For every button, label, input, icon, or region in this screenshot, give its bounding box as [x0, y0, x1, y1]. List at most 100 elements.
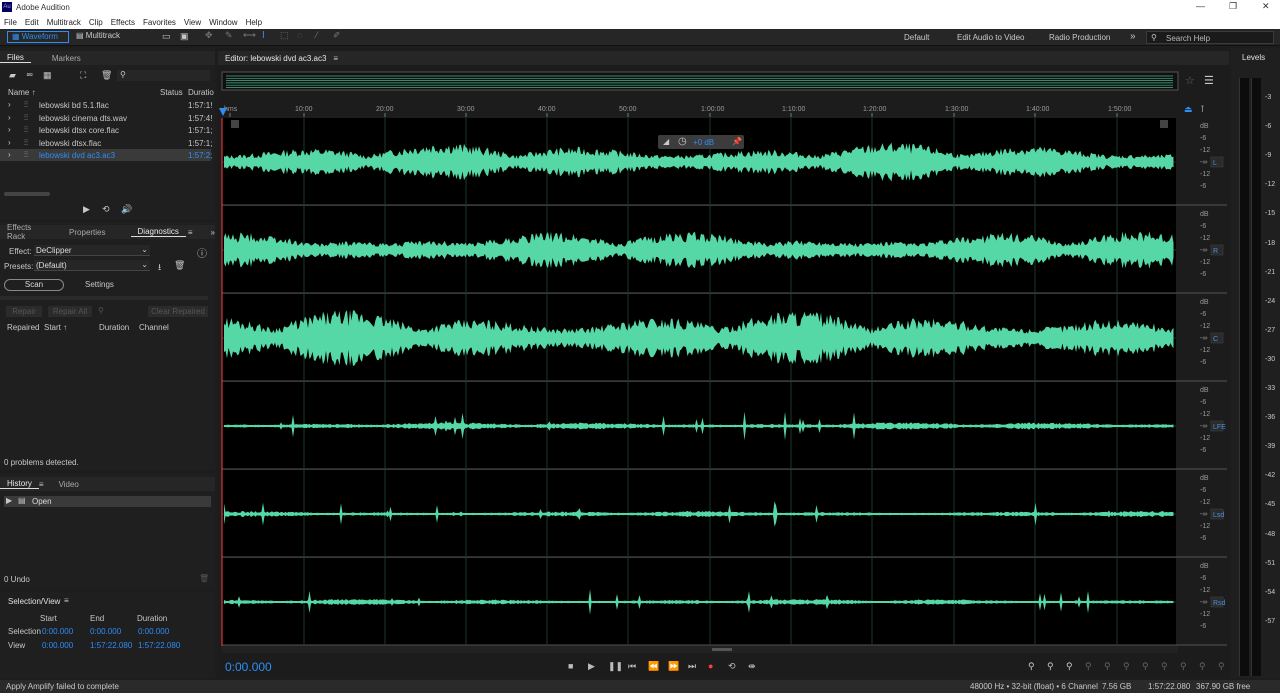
time-selection-tool-icon[interactable]: I	[262, 30, 265, 41]
column-start[interactable]: Start ↑	[44, 323, 67, 332]
volume-knob-icon[interactable]: ◷	[678, 136, 687, 147]
delete-icon[interactable]: 🗑	[101, 70, 112, 81]
clear-repaired-button[interactable]: Clear Repaired	[148, 306, 208, 317]
insert-multitrack-icon[interactable]: ⛶	[80, 70, 86, 81]
workspace-default[interactable]: Default	[904, 33, 929, 42]
loop-icon[interactable]: ⟲	[102, 204, 110, 215]
menu-view[interactable]: View	[180, 18, 205, 27]
play-icon[interactable]: ▶	[83, 204, 90, 215]
import-icon[interactable]: ⮹	[26, 70, 33, 81]
zoom-selection-icon[interactable]: ⚲	[1199, 661, 1206, 672]
close-icon[interactable]: ✕	[1262, 1, 1270, 12]
chevron-right-icon[interactable]: ›	[8, 100, 11, 109]
go-to-end-icon[interactable]: ⏭	[688, 661, 696, 672]
zoom-out-full-icon[interactable]: ⚲	[1123, 661, 1130, 672]
multitrack-button[interactable]: ▤ Multitrack	[76, 31, 120, 43]
expand-panel-icon[interactable]: »	[211, 228, 215, 237]
zoom-in-time-icon[interactable]: ⚲	[1085, 661, 1092, 672]
files-scrollbar[interactable]	[4, 192, 50, 196]
zoom-in-amplitude-icon[interactable]: ⚲	[1028, 661, 1035, 672]
tab-video[interactable]: Video	[52, 480, 86, 489]
settings-button[interactable]: Settings	[85, 280, 114, 289]
column-duration[interactable]: Duratio	[188, 88, 214, 97]
more-workspaces-icon[interactable]: »	[1130, 31, 1136, 42]
view-end[interactable]: 1:57:22.080	[90, 641, 132, 650]
waveform-button[interactable]: ▦ Waveform	[7, 31, 69, 43]
preset-select[interactable]: (Default) ⌄	[34, 260, 150, 271]
column-duration[interactable]: Duration	[99, 323, 129, 332]
fast-forward-icon[interactable]: ⏩	[668, 661, 679, 672]
skip-selection-icon[interactable]: ⇼	[748, 661, 756, 672]
panel-menu-icon[interactable]: ≡	[64, 596, 69, 605]
workspace-edit-audio-video[interactable]: Edit Audio to Video	[957, 33, 1024, 42]
record-icon[interactable]: ●	[708, 661, 713, 671]
panel-menu-icon[interactable]: ≡	[188, 228, 193, 237]
tab-markers[interactable]: Markers	[45, 54, 88, 63]
zoom-in-point-icon[interactable]: ⚲	[1142, 661, 1149, 672]
spectral-pitch-icon[interactable]: ▣	[180, 31, 189, 42]
menu-effects[interactable]: Effects	[107, 18, 139, 27]
spectral-view-icon[interactable]: ▭	[162, 31, 171, 42]
repair-button[interactable]: Repair	[6, 306, 42, 317]
column-repaired[interactable]: Repaired	[7, 323, 39, 332]
brush-tool-icon[interactable]: ⁄	[316, 30, 318, 40]
tab-properties[interactable]: Properties	[62, 228, 112, 237]
selection-end[interactable]: 0:00.000	[90, 627, 121, 636]
open-file-icon[interactable]: ▰	[9, 70, 16, 81]
autoplay-icon[interactable]: 🔊	[121, 204, 132, 215]
search-help-field[interactable]: ⚲ Search Help	[1146, 31, 1274, 44]
stop-icon[interactable]: ■	[568, 661, 573, 671]
column-status[interactable]: Status	[160, 88, 183, 97]
go-to-start-icon[interactable]: ⏮	[628, 661, 636, 672]
file-row[interactable]: › ⫶⫶ lebowski dtsx.flac 1:57:1;	[0, 137, 212, 149]
view-duration[interactable]: 1:57:22.080	[138, 641, 180, 650]
effect-select[interactable]: DeClipper ⌄	[34, 245, 150, 256]
menu-edit[interactable]: Edit	[21, 18, 43, 27]
pause-icon[interactable]: ❚❚	[608, 661, 623, 672]
play-icon[interactable]: ▶	[588, 661, 595, 672]
move-tool-icon[interactable]: ✥	[205, 30, 213, 41]
chevron-right-icon[interactable]: ›	[8, 113, 11, 122]
workspace-radio-production[interactable]: Radio Production	[1049, 33, 1110, 42]
lasso-tool-icon[interactable]: ◌	[297, 30, 302, 40]
repair-all-button[interactable]: Repair All	[48, 306, 92, 317]
slip-tool-icon[interactable]: ⟷	[243, 30, 256, 41]
marquee-tool-icon[interactable]: ⬚	[280, 30, 289, 41]
menu-clip[interactable]: Clip	[85, 18, 107, 27]
menu-file[interactable]: File	[0, 18, 21, 27]
column-channel[interactable]: Channel	[139, 323, 169, 332]
zoom-in-left-icon[interactable]: ⚲	[1161, 661, 1168, 672]
file-row[interactable]: › ⫶⫶ lebowski dtsx core.flac 1:57:1;	[0, 124, 212, 136]
tab-effects-rack[interactable]: Effects Rack	[0, 223, 50, 241]
current-time[interactable]: 0:00.000	[225, 660, 272, 674]
tab-history[interactable]: History	[0, 479, 39, 489]
razor-tool-icon[interactable]: ✎	[225, 30, 233, 41]
minimize-icon[interactable]: —	[1196, 1, 1205, 11]
view-start[interactable]: 0:00.000	[42, 641, 73, 650]
hud-volume[interactable]: ◢ ◷ +0 dB 📌	[658, 135, 744, 149]
zoom-in-right-icon[interactable]: ⚲	[1180, 661, 1187, 672]
save-preset-icon[interactable]: ⭳	[158, 260, 161, 276]
info-icon[interactable]: ⓘ	[197, 245, 207, 260]
tab-files[interactable]: Files	[0, 53, 31, 63]
file-row[interactable]: › ⫶⫶ lebowski bd 5.1.flac 1:57:1!	[0, 99, 212, 111]
menu-help[interactable]: Help	[242, 18, 266, 27]
zoom-reset-icon[interactable]: ⚲	[1066, 661, 1073, 672]
chevron-right-icon[interactable]: ›	[8, 150, 11, 159]
selection-duration[interactable]: 0:00.000	[138, 627, 169, 636]
menu-favorites[interactable]: Favorites	[139, 18, 180, 27]
delete-icon[interactable]: 🗑	[199, 574, 209, 583]
chevron-right-icon[interactable]: ›	[8, 138, 11, 147]
scan-button[interactable]: Scan	[4, 279, 64, 291]
selection-start[interactable]: 0:00.000	[42, 627, 73, 636]
zoom-out-time-icon[interactable]: ⚲	[1104, 661, 1111, 672]
zoom-out-amplitude-icon[interactable]: ⚲	[1047, 661, 1054, 672]
files-search-input[interactable]: ⚲	[117, 70, 210, 81]
menu-multitrack[interactable]: Multitrack	[43, 18, 85, 27]
tab-diagnostics[interactable]: Diagnostics	[130, 227, 186, 237]
zoom-to-icon[interactable]: ⚲	[98, 306, 104, 315]
new-file-icon[interactable]: ▦	[43, 70, 52, 81]
column-name[interactable]: Name ↑	[8, 88, 36, 97]
pin-icon[interactable]: 📌	[732, 137, 742, 146]
zoom-tracks-icon[interactable]: ⚲	[1218, 661, 1225, 672]
